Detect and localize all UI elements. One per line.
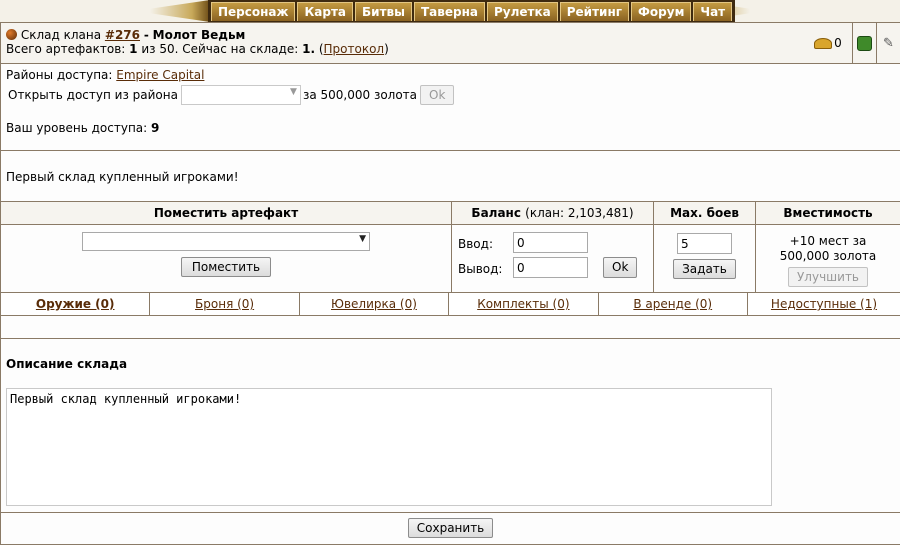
access-level-value: 9 xyxy=(151,121,159,135)
chevron-down-icon: ▼ xyxy=(359,234,366,244)
on-hand-count: 1. xyxy=(302,42,315,56)
deposit-input[interactable] xyxy=(513,232,588,253)
max-battles-header: Max. боев xyxy=(654,202,756,225)
nav-map[interactable]: Карта xyxy=(297,2,353,21)
tab-armor[interactable]: Броня (0) xyxy=(195,297,254,311)
category-tabs: Оружие (0) Броня (0) Ювелирка (0) Компле… xyxy=(1,292,900,316)
nav-roulette[interactable]: Рулетка xyxy=(487,2,558,21)
districts-label: Районы доступа: xyxy=(6,68,112,82)
clan-button[interactable] xyxy=(852,23,876,63)
tab-rented[interactable]: В аренде (0) xyxy=(633,297,712,311)
description-text: Первый склад купленный игроками! xyxy=(6,170,895,184)
capacity-header: Вместимость xyxy=(756,202,900,225)
description-textarea[interactable]: Первый склад купленный игроками! xyxy=(6,388,772,506)
protocol-link[interactable]: Протокол xyxy=(324,42,385,56)
district-link[interactable]: Empire Capital xyxy=(116,68,204,82)
max-battles-input[interactable] xyxy=(677,233,732,254)
title-separator: - xyxy=(144,28,149,42)
warehouse-header: Склад клана #276 - Молот Ведьм Всего арт… xyxy=(1,22,900,63)
tab-jewelry[interactable]: Ювелирка (0) xyxy=(331,297,417,311)
nav-tavern[interactable]: Таверна xyxy=(414,2,485,21)
set-max-battles-button[interactable]: Задать xyxy=(673,259,736,279)
items-list-empty xyxy=(1,316,900,338)
gold-cell: 0 xyxy=(804,23,852,63)
total-count: 1 xyxy=(129,42,137,56)
chevron-down-icon: ▼ xyxy=(290,87,297,97)
of-label: из 50. Сейчас на складе: xyxy=(141,42,298,56)
actions-section: Поместить артефакт Баланс (клан: 2,103,4… xyxy=(1,201,900,293)
capacity-offer-text: +10 мест за 500,000 золота xyxy=(767,234,889,264)
withdraw-input[interactable] xyxy=(513,257,588,278)
open-access-ok-button[interactable]: Ok xyxy=(420,85,454,105)
main-nav: Персонаж Карта Битвы Таверна Рулетка Рей… xyxy=(208,0,735,22)
description-title: Описание склада xyxy=(6,357,127,371)
description-banner: Первый склад купленный игроками! xyxy=(1,150,900,201)
top-bar: Персонаж Карта Битвы Таверна Рулетка Рей… xyxy=(0,0,900,22)
artifact-select[interactable]: ▼ xyxy=(82,232,370,251)
deposit-label: Ввод: xyxy=(458,237,493,251)
tab-sets[interactable]: Комплекты (0) xyxy=(477,297,569,311)
total-label: Всего артефактов: xyxy=(6,42,125,56)
nav-rating[interactable]: Рейтинг xyxy=(560,2,629,21)
clan-emblem-icon xyxy=(6,29,17,40)
warehouse-panel: Склад клана #276 - Молот Ведьм Всего арт… xyxy=(0,22,900,545)
save-button[interactable]: Сохранить xyxy=(408,518,494,538)
description-section: Описание склада Первый склад купленный и… xyxy=(1,338,900,512)
balance-header: Баланс (клан: 2,103,481) xyxy=(452,202,654,225)
clan-id-link[interactable]: #276 xyxy=(105,28,140,42)
tab-weapons[interactable]: Оружие (0) xyxy=(36,297,115,311)
balance-cell: Ввод: Вывод: Ok xyxy=(452,225,654,293)
put-artifact-cell: ▼ Поместить xyxy=(1,225,452,293)
gold-icon xyxy=(814,38,832,49)
put-button[interactable]: Поместить xyxy=(181,257,271,277)
tab-unavailable[interactable]: Недоступные (1) xyxy=(771,297,877,311)
warehouse-label: Склад клана xyxy=(21,28,101,42)
clan-icon xyxy=(857,36,872,51)
withdraw-label: Вывод: xyxy=(458,262,502,276)
nav-battles[interactable]: Битвы xyxy=(355,2,412,21)
nav-character[interactable]: Персонаж xyxy=(211,2,295,21)
access-section: Районы доступа: Empire Capital Открыть д… xyxy=(1,63,900,150)
nav-forum[interactable]: Форум xyxy=(631,2,691,21)
access-level-label: Ваш уровень доступа: xyxy=(6,121,147,135)
price-label: за 500,000 золота xyxy=(303,88,417,102)
balance-ok-button[interactable]: Ok xyxy=(603,257,637,278)
capacity-cell: +10 мест за 500,000 золота Улучшить xyxy=(756,225,900,293)
edit-button[interactable]: ✎ xyxy=(876,23,900,63)
district-select[interactable]: ▼ xyxy=(181,85,301,105)
upgrade-button[interactable]: Улучшить xyxy=(788,267,868,287)
pencil-icon: ✎ xyxy=(883,36,894,51)
gold-amount: 0 xyxy=(834,36,842,50)
put-artifact-header: Поместить артефакт xyxy=(1,202,452,225)
open-access-label: Открыть доступ из района xyxy=(8,88,178,102)
nav-chat[interactable]: Чат xyxy=(693,2,732,21)
max-battles-cell: Задать xyxy=(654,225,756,293)
clan-balance: (клан: 2,103,481) xyxy=(525,206,633,220)
left-wing-ornament xyxy=(150,0,210,22)
clan-name: Молот Ведьм xyxy=(153,28,246,42)
save-section: Сохранить xyxy=(1,512,900,544)
